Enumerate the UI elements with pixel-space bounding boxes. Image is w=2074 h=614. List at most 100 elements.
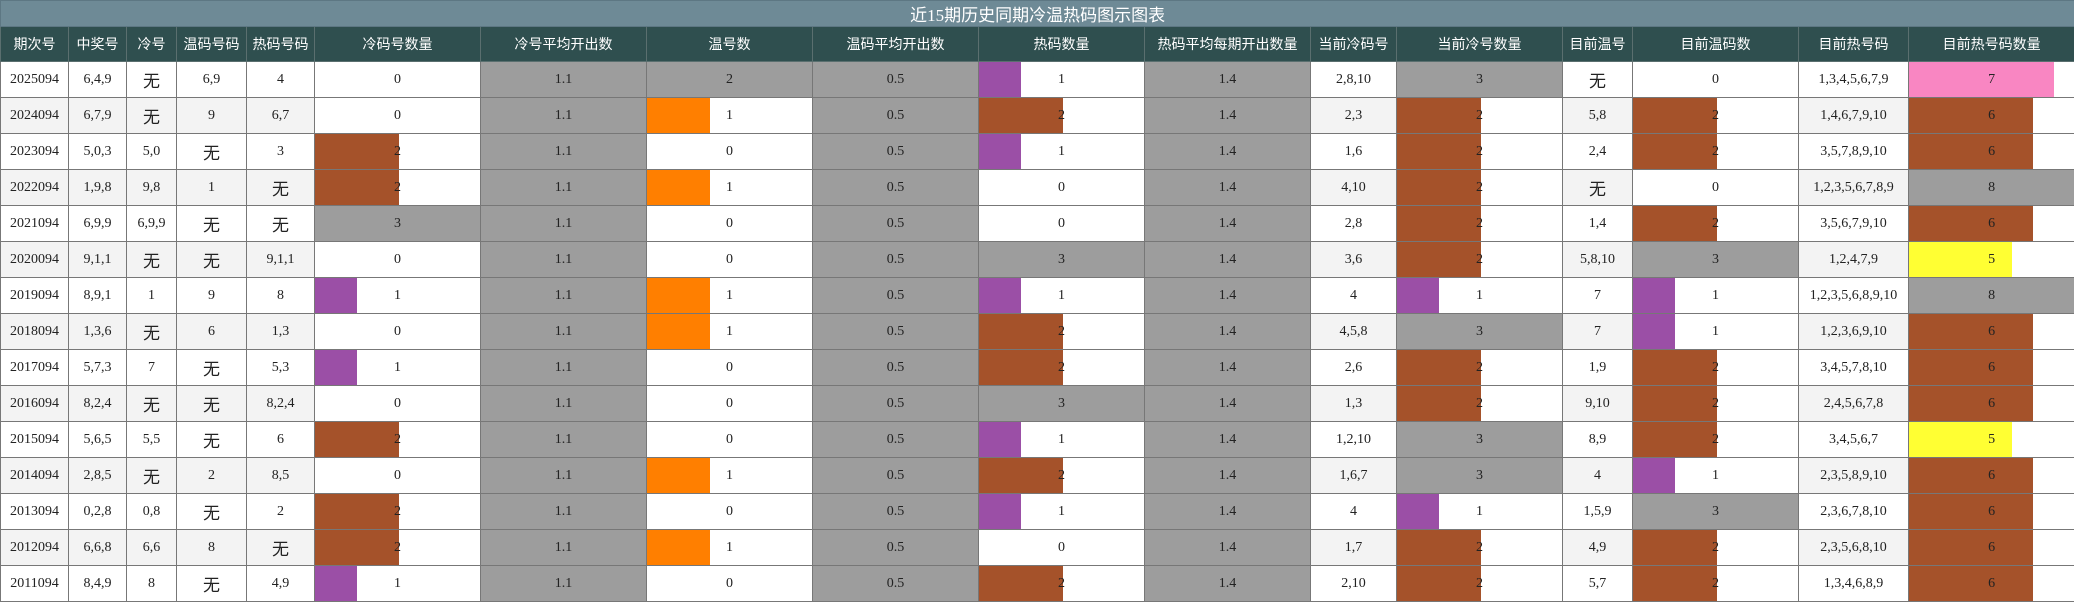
winning-number-cell: 2,8,5: [68, 457, 127, 494]
cold-warm-hot-table: 近15期历史同期冷温热码图示图表 期次号 中奖号 冷号 温码号码 热码号码 冷码号数量 冷号…: [0, 0, 2074, 602]
cold-count-bar: 2: [314, 529, 481, 566]
count-value: 0: [394, 467, 401, 483]
warm-average-cell: 0.5: [812, 349, 979, 386]
current-hot-count-bar: 6: [1907, 385, 2074, 422]
current-hot-count-bar: 6: [1907, 493, 2074, 530]
count-value: 2: [1712, 575, 1719, 591]
column-header: 目前温码数: [1632, 26, 1799, 62]
current-hot-count-bar: 6: [1907, 133, 2074, 170]
cold-number-cell: 无: [126, 313, 177, 350]
cold-count-bar: 3: [314, 205, 481, 242]
cold-count-bar: 1: [314, 277, 481, 314]
warm-count-bar: 1: [646, 529, 813, 566]
current-cold-count-bar: 2: [1396, 205, 1563, 242]
current-warm-count-bar: 2: [1632, 565, 1799, 602]
count-bar-fill: [979, 278, 1021, 313]
issue-cell: 2022094: [0, 169, 69, 206]
count-value: 1: [1712, 323, 1719, 339]
cold-number-cell: 无: [126, 457, 177, 494]
hot-number-cell: 无: [246, 529, 315, 566]
winning-number-cell: 8,2,4: [68, 385, 127, 422]
current-cold-cell: 1,7: [1310, 529, 1397, 566]
table-row: 2016094 8,2,4 无无 8,2,4 0 1.1 0 0.5 3 1.4 1,3 2 9,10 2…: [0, 385, 2074, 422]
count-value: 2: [1712, 107, 1719, 123]
current-cold-cell: 1,6,7: [1310, 457, 1397, 494]
warm-number-cell: 无: [176, 385, 247, 422]
issue-cell: 2012094: [0, 529, 69, 566]
current-hot-cell: 1,2,3,5,6,8,9,10: [1798, 277, 1909, 314]
count-value: 2: [1476, 359, 1483, 375]
hot-number-cell: 1,3: [246, 313, 315, 350]
count-bar-fill: [647, 98, 710, 133]
warm-count-bar: 0: [646, 421, 813, 458]
count-value: 0: [726, 575, 733, 591]
issue-cell: 2023094: [0, 133, 69, 170]
cold-average-cell: 1.1: [480, 385, 647, 422]
table-row: 2013094 0,2,8 0,8 无 2 2 1.1 0 0.5 1 1.4 4 1 1,5,9 3 2,3…: [0, 493, 2074, 530]
current-cold-count-bar: 2: [1396, 349, 1563, 386]
column-header: 冷码号数量: [314, 26, 481, 62]
issue-cell: 2019094: [0, 277, 69, 314]
cold-count-bar: 1: [314, 349, 481, 386]
count-value: 3: [1058, 395, 1065, 411]
cold-count-bar: 0: [314, 457, 481, 494]
current-warm-count-bar: 2: [1632, 133, 1799, 170]
count-bar-fill: [647, 530, 710, 565]
count-value: 2: [1712, 215, 1719, 231]
count-bar-fill: [1397, 206, 1481, 241]
cold-number-cell: 0,8: [126, 493, 177, 530]
current-hot-count-bar: 6: [1907, 349, 2074, 386]
cold-count-bar: 2: [314, 133, 481, 170]
current-warm-count-bar: 2: [1632, 421, 1799, 458]
count-value: 2: [1476, 395, 1483, 411]
table-row: 2015094 5,6,5 5,5 无 6 2 1.1 0 0.5 1 1.4 1,2,10 3 8,9 2…: [0, 421, 2074, 458]
current-hot-cell: 1,3,4,5,6,7,9: [1798, 61, 1909, 98]
current-cold-count-bar: 3: [1396, 313, 1563, 350]
table-row: 2017094 5,7,3 7 无 5,3 1 1.1 0 0.5 2 1.4 2,6 2 1,9 2 3,4…: [0, 349, 2074, 386]
warm-number-cell: 无: [176, 205, 247, 242]
warm-average-cell: 0.5: [812, 493, 979, 530]
table-row: 2012094 6,6,8 6,6 8 无 2 1.1 1 0.5 0 1.4 1,7 2 4,9 2 2,3…: [0, 529, 2074, 566]
count-value: 1: [1476, 287, 1483, 303]
current-hot-count-bar: 6: [1907, 565, 2074, 602]
warm-average-cell: 0.5: [812, 565, 979, 602]
current-warm-count-bar: 2: [1632, 205, 1799, 242]
cold-count-bar: 0: [314, 385, 481, 422]
warm-number-cell: 无: [176, 421, 247, 458]
cold-number-cell: 无: [126, 241, 177, 278]
current-warm-cell: 4,9: [1562, 529, 1633, 566]
table-row: 2019094 8,9,1 1 9 8 1 1.1 1 0.5 1 1.4 4 1 7 1 1,2,3,5,6…: [0, 277, 2074, 314]
current-hot-cell: 1,3,4,6,8,9: [1798, 565, 1909, 602]
cold-average-cell: 1.1: [480, 565, 647, 602]
count-bar-fill: [1909, 458, 2033, 493]
hot-average-cell: 1.4: [1144, 205, 1311, 242]
hot-average-cell: 1.4: [1144, 97, 1311, 134]
count-value: 1: [394, 575, 401, 591]
count-value: 0: [394, 71, 401, 87]
current-cold-cell: 1,6: [1310, 133, 1397, 170]
count-bar-fill: [1909, 314, 2033, 349]
table-row: 2025094 6,4,9 无 6,9 4 0 1.1 2 0.5 1 1.4 2,8,10 3 无 0 1,…: [0, 61, 2074, 98]
current-hot-count-bar: 5: [1907, 421, 2074, 458]
hot-count-bar: 2: [978, 97, 1145, 134]
warm-average-cell: 0.5: [812, 205, 979, 242]
count-value: 2: [726, 71, 733, 87]
column-header: 温号数: [646, 26, 813, 62]
count-value: 6: [1988, 395, 1996, 411]
warm-number-cell: 无: [176, 241, 247, 278]
count-value: 5: [1988, 251, 1996, 267]
table-row: 2011094 8,4,9 8 无 4,9 1 1.1 0 0.5 2 1.4 2,10 2 5,7 2 1,…: [0, 565, 2074, 602]
hot-average-cell: 1.4: [1144, 457, 1311, 494]
count-value: 2: [394, 503, 401, 519]
current-warm-cell: 无: [1562, 61, 1633, 98]
warm-number-cell: 9: [176, 277, 247, 314]
current-cold-cell: 3,6: [1310, 241, 1397, 278]
count-bar-fill: [1633, 206, 1717, 241]
count-value: 0: [394, 323, 401, 339]
count-bar-fill: [979, 98, 1063, 133]
cold-count-bar: 0: [314, 313, 481, 350]
count-bar-fill: [1909, 530, 2033, 565]
count-value: 3: [1476, 467, 1483, 483]
table-row: 2022094 1,9,8 9,8 1 无 2 1.1 1 0.5 0 1.4 4,10 2 无 0 1,2,…: [0, 169, 2074, 206]
current-cold-cell: 4: [1310, 493, 1397, 530]
